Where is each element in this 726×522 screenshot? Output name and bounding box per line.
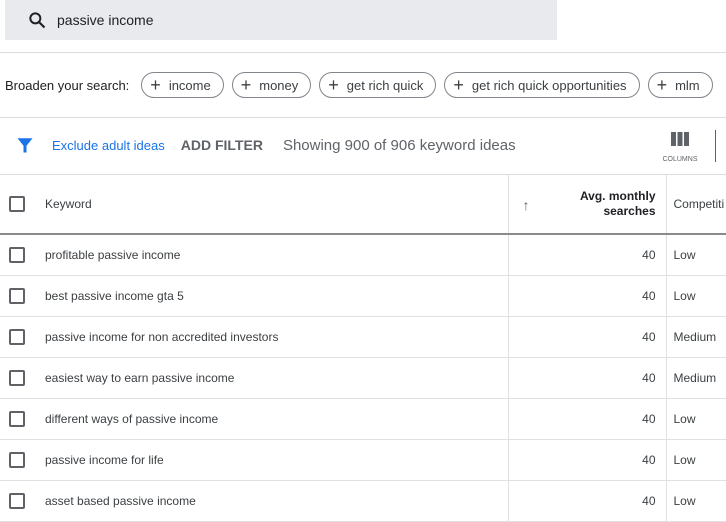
filter-bar: Exclude adult ideas ADD FILTER Showing 9… bbox=[16, 136, 516, 154]
table-row[interactable]: asset based passive income 40 Low bbox=[0, 480, 726, 522]
table-row[interactable]: best passive income gta 5 40 Low bbox=[0, 275, 726, 317]
keyword-cell: asset based passive income bbox=[36, 480, 508, 522]
table-row[interactable]: passive income for life 40 Low bbox=[0, 439, 726, 481]
competition-cell: Low bbox=[665, 439, 726, 481]
plus-icon: + bbox=[240, 75, 252, 95]
keyword-cell: profitable passive income bbox=[36, 234, 508, 276]
competition-cell: Low bbox=[665, 398, 726, 440]
row-checkbox[interactable] bbox=[9, 246, 25, 263]
columns-button[interactable]: COLUMNS bbox=[660, 132, 700, 163]
table-row[interactable]: easiest way to earn passive income 40 Medi… bbox=[0, 357, 726, 399]
plus-icon: + bbox=[453, 75, 464, 95]
keyword-cell: easiest way to earn passive income bbox=[36, 357, 508, 399]
competition-cell: Medium bbox=[665, 357, 726, 399]
competition-cell: Low bbox=[665, 234, 726, 276]
plus-icon: + bbox=[656, 75, 668, 95]
sort-arrow-up-icon[interactable]: ↑ bbox=[523, 197, 530, 213]
broaden-chip[interactable]: + money bbox=[231, 72, 312, 98]
broaden-chip[interactable]: + income bbox=[141, 72, 224, 98]
avg-searches-cell: 40 bbox=[507, 316, 666, 358]
table-row[interactable]: passive income for non accredited invest… bbox=[0, 316, 726, 358]
broaden-chip[interactable]: + get rich quick opportunities bbox=[444, 72, 640, 98]
avg-searches-cell: 40 bbox=[507, 398, 666, 440]
keyword-cell: passive income for non accredited invest… bbox=[36, 316, 508, 358]
header-avg-monthly-searches[interactable]: ↑ Avg. monthly searches bbox=[507, 175, 666, 235]
row-checkbox[interactable] bbox=[9, 492, 25, 509]
broaden-search: Broaden your search: + income + money + get r… bbox=[5, 72, 713, 98]
competition-cell: Medium bbox=[665, 316, 726, 358]
exclude-adult-ideas-link[interactable]: Exclude adult ideas bbox=[52, 138, 165, 153]
row-checkbox[interactable] bbox=[9, 369, 25, 386]
divider bbox=[0, 52, 726, 53]
divider bbox=[0, 117, 726, 118]
avg-searches-cell: 40 bbox=[507, 234, 666, 276]
competition-cell: Low bbox=[665, 275, 726, 317]
row-checkbox[interactable] bbox=[9, 287, 25, 304]
broaden-chip[interactable]: + mlm bbox=[647, 72, 713, 98]
keyword-cell: passive income for life bbox=[36, 439, 508, 481]
table-row[interactable]: different ways of passive income 40 Low bbox=[0, 398, 726, 440]
header-competition[interactable]: Competiti bbox=[665, 175, 726, 235]
plus-icon: + bbox=[328, 75, 339, 95]
search-input[interactable] bbox=[57, 12, 457, 28]
row-checkbox[interactable] bbox=[9, 328, 25, 345]
avg-searches-cell: 40 bbox=[507, 275, 666, 317]
avg-searches-cell: 40 bbox=[507, 439, 666, 481]
search-bar[interactable] bbox=[5, 0, 557, 40]
search-icon bbox=[29, 12, 46, 29]
avg-searches-cell: 40 bbox=[507, 357, 666, 399]
row-checkbox[interactable] bbox=[9, 410, 25, 427]
table-row[interactable]: profitable passive income 40 Low bbox=[0, 234, 726, 276]
divider bbox=[715, 130, 716, 162]
showing-count: Showing 900 of 906 keyword ideas bbox=[282, 136, 516, 154]
columns-icon bbox=[671, 132, 689, 146]
broaden-label: Broaden your search: bbox=[5, 77, 130, 93]
table-header: Keyword ↑ Avg. monthly searches Competiti bbox=[0, 175, 726, 235]
competition-cell: Low bbox=[665, 480, 726, 522]
columns-label: COLUMNS bbox=[662, 156, 698, 163]
header-keyword[interactable]: Keyword bbox=[36, 175, 508, 235]
avg-searches-cell: 40 bbox=[507, 480, 666, 522]
keyword-cell: different ways of passive income bbox=[36, 398, 508, 440]
select-all-checkbox[interactable] bbox=[9, 196, 25, 212]
keyword-table: Keyword ↑ Avg. monthly searches Competiti … bbox=[0, 175, 726, 522]
plus-icon: + bbox=[150, 75, 161, 95]
row-checkbox[interactable] bbox=[9, 451, 25, 468]
filter-icon[interactable] bbox=[16, 136, 34, 154]
add-filter-button[interactable]: ADD FILTER bbox=[181, 137, 263, 153]
keyword-cell: best passive income gta 5 bbox=[36, 275, 508, 317]
broaden-chip[interactable]: + get rich quick bbox=[319, 72, 437, 98]
